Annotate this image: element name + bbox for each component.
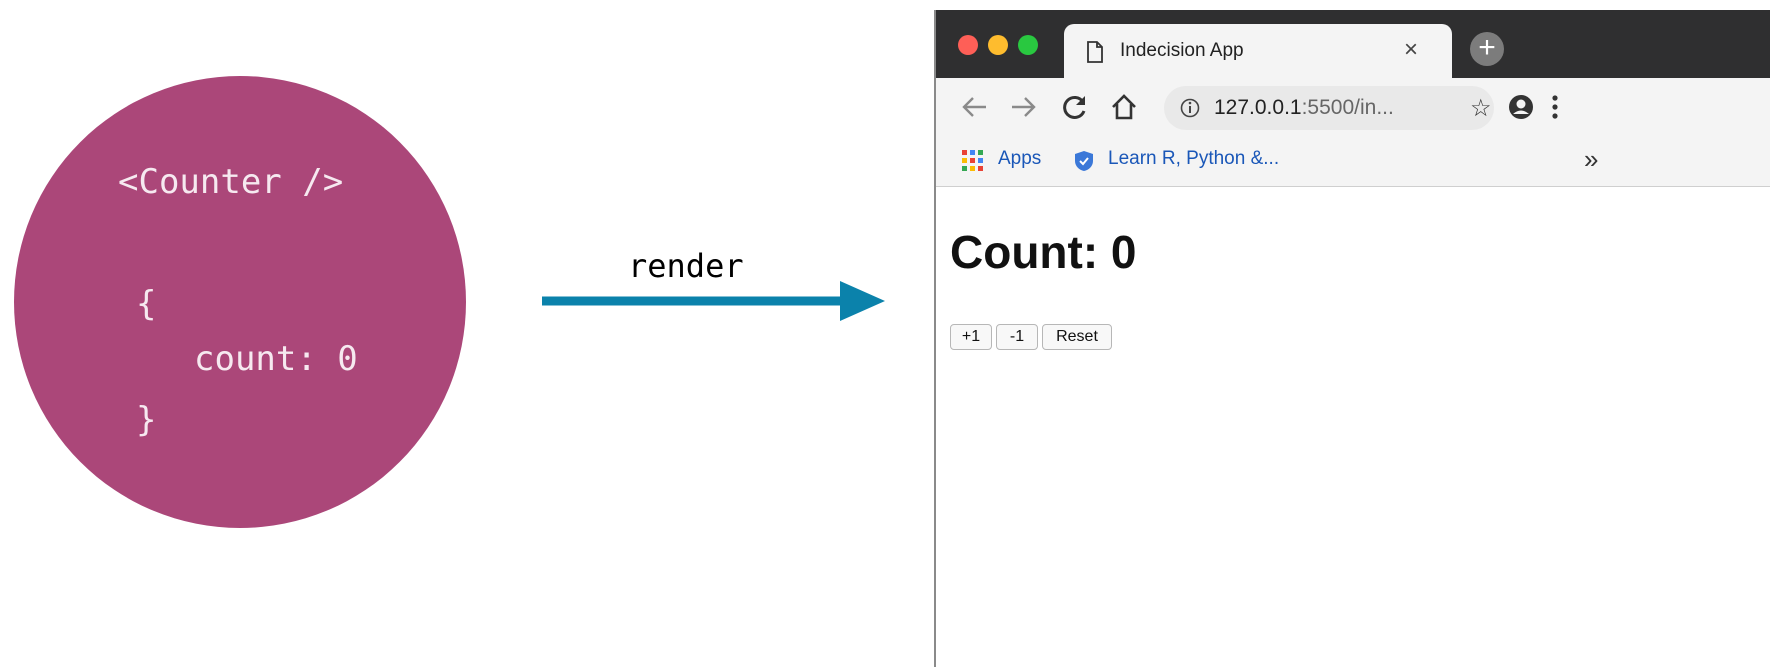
menu-icon[interactable] [1550, 93, 1560, 121]
shield-icon [1075, 151, 1093, 171]
star-icon[interactable]: ☆ [1470, 94, 1492, 123]
maximize-window-button[interactable] [1018, 35, 1038, 55]
address-bar[interactable]: 127.0.0.1:5500/in... ☆ [1164, 86, 1494, 130]
component-name: <Counter /> [118, 162, 344, 202]
render-arrow [542, 281, 885, 321]
browser-window: Indecision App × + 127.0.0.1:5500/in... … [934, 10, 1770, 667]
increment-button[interactable]: +1 [950, 324, 992, 350]
page-icon [1087, 41, 1103, 63]
close-tab-button[interactable]: × [1404, 36, 1418, 64]
counter-component-circle: <Counter /> { count: 0 } [14, 76, 466, 528]
decrement-button[interactable]: -1 [996, 324, 1038, 350]
bookmark-apps[interactable]: Apps [998, 148, 1041, 170]
home-icon[interactable] [1110, 94, 1138, 120]
bookmarks-overflow-chevron[interactable]: » [1584, 144, 1598, 175]
close-window-button[interactable] [958, 35, 978, 55]
state-open-brace: { [136, 284, 157, 324]
reload-icon[interactable] [1062, 94, 1088, 120]
page-content: Count: 0 +1 -1 Reset [936, 187, 1770, 667]
minimize-window-button[interactable] [988, 35, 1008, 55]
reset-button[interactable]: Reset [1042, 324, 1112, 350]
info-icon[interactable] [1180, 98, 1200, 118]
apps-grid-icon [962, 150, 983, 171]
url-text: 127.0.0.1:5500/in... [1214, 96, 1394, 120]
url-host: 127.0.0.1 [1214, 96, 1302, 119]
browser-toolbar: 127.0.0.1:5500/in... ☆ [936, 78, 1770, 136]
tab-title: Indecision App [1120, 40, 1244, 61]
back-icon[interactable] [960, 94, 988, 120]
render-arrow-head [840, 281, 885, 321]
forward-icon[interactable] [1010, 94, 1038, 120]
new-tab-button[interactable]: + [1470, 32, 1504, 66]
tab-strip: Indecision App × + [936, 10, 1770, 84]
state-close-brace: } [136, 400, 157, 440]
count-heading: Count: 0 [950, 226, 1137, 278]
state-count-line: count: 0 [194, 339, 358, 379]
url-path: :5500/in... [1301, 96, 1394, 119]
account-icon[interactable] [1508, 94, 1534, 120]
tab-indecision-app[interactable]: Indecision App × [1064, 24, 1452, 84]
bookmarks-bar: Apps Learn R, Python &... » [936, 136, 1770, 187]
bookmark-learn[interactable]: Learn R, Python &... [1108, 148, 1279, 170]
